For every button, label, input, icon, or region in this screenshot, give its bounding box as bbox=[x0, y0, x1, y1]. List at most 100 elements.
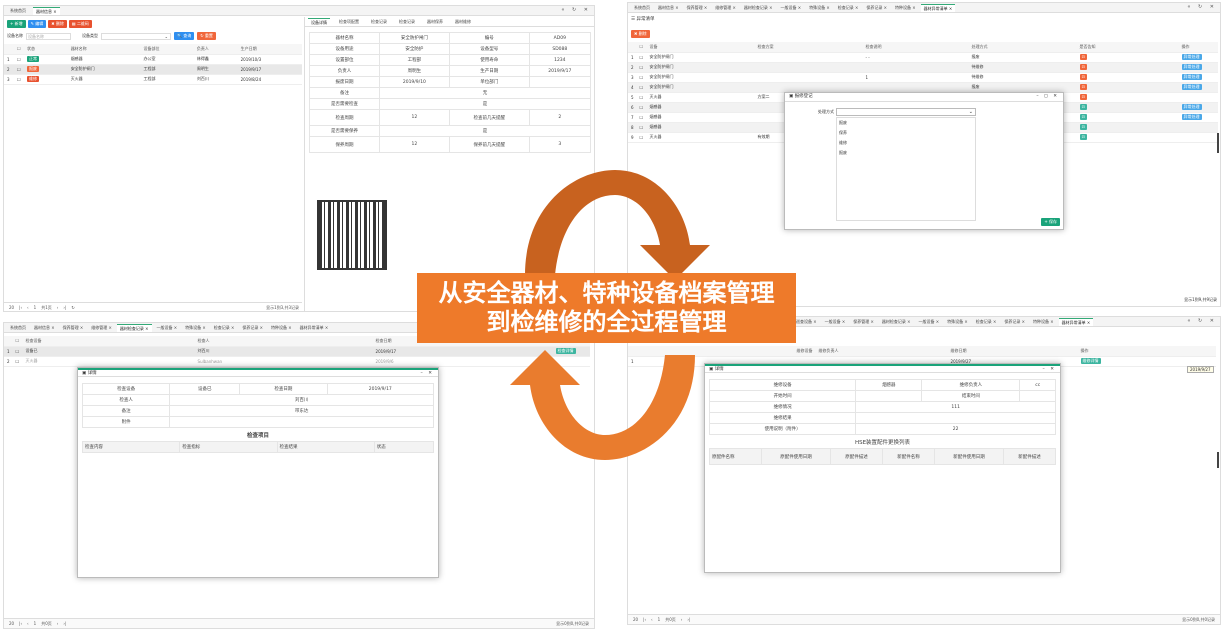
tab-repair[interactable]: 器材维修 bbox=[452, 18, 474, 26]
tab-check-record-2[interactable]: 检查记录 bbox=[396, 18, 418, 26]
notify-toggle[interactable]: ⊡ bbox=[1079, 104, 1087, 110]
notify-toggle[interactable]: ⊡ bbox=[1079, 54, 1087, 60]
table-row[interactable]: 2 ☐ 安全防护闸门 待维修 ⊡ 异常处理 bbox=[628, 62, 1218, 73]
tab-check-records[interactable]: 器材检查记录 × bbox=[879, 318, 914, 326]
window-controls[interactable]: « ↻ ✕ bbox=[1187, 318, 1217, 324]
row-checkbox[interactable]: ☐ bbox=[636, 92, 647, 103]
table-row[interactable]: 2 ☐ 报废 安全防护闸门 工程部 周明生 2019/9/17 bbox=[4, 64, 302, 75]
qrcode-button[interactable]: ▦ 二维码 bbox=[68, 20, 92, 28]
save-button[interactable]: + 保存 bbox=[1041, 218, 1060, 226]
row-checkbox[interactable]: ☐ bbox=[636, 112, 647, 123]
tab-maintenance-mgmt[interactable]: 保养管理 × bbox=[850, 318, 877, 326]
notify-toggle[interactable]: ⊡ bbox=[1079, 84, 1087, 90]
first-page-button[interactable]: |‹ bbox=[19, 305, 22, 310]
notify-toggle[interactable]: ⊡ bbox=[1079, 124, 1087, 130]
tab-upkeep-record[interactable]: 保养记录 × bbox=[1001, 318, 1028, 326]
next-page-button[interactable]: › bbox=[57, 621, 59, 626]
modal-controls[interactable]: – ◻ ✕ bbox=[1036, 93, 1059, 100]
row-checkbox[interactable]: ☐ bbox=[636, 122, 647, 133]
tab-upkeep-record[interactable]: 保养记录 × bbox=[239, 324, 266, 332]
next-page-button[interactable]: › bbox=[681, 617, 683, 622]
row-checkbox[interactable]: ☐ bbox=[636, 82, 647, 93]
prev-page-button[interactable]: ‹ bbox=[27, 305, 29, 310]
abnormal-handle-button[interactable]: 异常处理 bbox=[1181, 114, 1202, 120]
row-checkbox[interactable]: ☐ bbox=[636, 102, 647, 113]
repair-detail-button[interactable]: 维修详情 bbox=[1080, 358, 1101, 364]
first-page-button[interactable]: |‹ bbox=[643, 617, 646, 622]
tab-check-records[interactable]: 器材检查记录 × bbox=[741, 4, 776, 12]
prev-page-button[interactable]: ‹ bbox=[27, 621, 29, 626]
first-page-button[interactable]: |‹ bbox=[19, 621, 22, 626]
tab-special-device[interactable]: 特种设备 × bbox=[892, 4, 919, 12]
modal-controls[interactable]: – ✕ bbox=[1043, 366, 1056, 373]
window-controls[interactable]: « ↻ ✕ bbox=[561, 7, 591, 13]
add-button[interactable]: + 新增 bbox=[7, 20, 26, 28]
tab-home[interactable]: 系统首页 bbox=[631, 4, 653, 12]
notify-toggle[interactable]: ⊡ bbox=[1079, 74, 1087, 80]
row-checkbox[interactable]: ☐ bbox=[12, 346, 23, 357]
tab-special-equipment[interactable]: 特殊设备 × bbox=[182, 324, 209, 332]
tab-abnormal-list[interactable]: 器材异常清单 × bbox=[297, 324, 332, 332]
tab-upkeep-record[interactable]: 保养记录 × bbox=[863, 4, 890, 12]
tab-patrol-equipment[interactable]: 巡查设备 × bbox=[793, 318, 820, 326]
tab-home[interactable]: 系统首页 bbox=[7, 324, 29, 332]
page-input[interactable]: 1 bbox=[34, 305, 37, 310]
row-checkbox[interactable]: ☐ bbox=[636, 72, 647, 83]
abnormal-handle-button[interactable]: 异常处理 bbox=[1181, 104, 1202, 110]
notify-toggle[interactable]: ⊡ bbox=[1079, 134, 1087, 140]
prev-page-button[interactable]: ‹ bbox=[651, 617, 653, 622]
reset-button[interactable]: ↻ 重置 bbox=[197, 32, 216, 40]
next-page-button[interactable]: › bbox=[57, 305, 59, 310]
row-checkbox[interactable]: ☐ bbox=[14, 54, 24, 65]
abnormal-handle-button[interactable]: 异常处理 bbox=[1181, 54, 1202, 60]
type-select[interactable]: ⌄ bbox=[101, 32, 171, 40]
tab-general-equipment[interactable]: 一般设备 × bbox=[822, 318, 849, 326]
table-row[interactable]: 3 ☐ 安全防护闸门 1 待维修 ⊡ 异常处理 bbox=[628, 72, 1218, 83]
method-select[interactable]: ⌄ bbox=[836, 108, 976, 116]
page-size-select[interactable]: 20 bbox=[633, 617, 638, 622]
table-row[interactable]: 1 ☐ 正常 烟感器 办公室 林得鑫 2019/10/3 bbox=[4, 54, 302, 65]
tab-general-equipment[interactable]: 一般设备 × bbox=[154, 324, 181, 332]
tab-abnormal-list[interactable]: 器材异常清单 × bbox=[920, 3, 956, 12]
delete-button[interactable]: ✖ 删除 bbox=[631, 30, 650, 38]
tab-general-equipment[interactable]: 一般设备 × bbox=[778, 4, 805, 12]
table-row[interactable]: 3 ☐ 维修 灭火器 工程部 刘百川 2019/8/24 bbox=[4, 74, 302, 85]
abnormal-handle-button[interactable]: 异常处理 bbox=[1181, 84, 1202, 90]
tab-special-equipment[interactable]: 特殊设备 × bbox=[806, 4, 833, 12]
row-checkbox[interactable]: ☐ bbox=[636, 62, 647, 73]
scrollbar[interactable] bbox=[1217, 452, 1219, 468]
page-input[interactable]: 1 bbox=[658, 617, 661, 622]
notify-toggle[interactable]: ⊡ bbox=[1079, 64, 1087, 70]
option-scrap[interactable]: 报废 bbox=[837, 118, 975, 128]
tab-maintenance[interactable]: 器材保养 bbox=[424, 18, 446, 26]
tab-special-device[interactable]: 特种设备 × bbox=[268, 324, 295, 332]
abnormal-handle-button[interactable]: 异常处理 bbox=[1181, 74, 1202, 80]
modal-controls[interactable]: – ✕ bbox=[421, 370, 434, 377]
page-input[interactable]: 1 bbox=[34, 621, 37, 626]
row-checkbox[interactable]: ☐ bbox=[636, 52, 647, 63]
notify-toggle[interactable]: ⊡ bbox=[1079, 114, 1087, 120]
tab-general-equipment-2[interactable]: 一般设备 × bbox=[916, 318, 943, 326]
scrollbar[interactable] bbox=[1217, 133, 1219, 153]
row-checkbox[interactable]: ☐ bbox=[12, 356, 23, 367]
tab-detail[interactable]: 设备详情 bbox=[308, 17, 330, 26]
page-size-select[interactable]: 20 bbox=[9, 305, 14, 310]
tab-equipment-info[interactable]: 器材信息 × bbox=[655, 4, 682, 12]
tab-home[interactable]: 系统首页 bbox=[7, 7, 29, 15]
row-checkbox[interactable]: ☐ bbox=[636, 132, 647, 143]
window-controls[interactable]: « ↻ ✕ bbox=[1187, 4, 1217, 10]
last-page-button[interactable]: ›| bbox=[63, 621, 66, 626]
notify-toggle[interactable]: ⊡ bbox=[1079, 94, 1087, 100]
tab-check-config[interactable]: 检查项配置 bbox=[336, 18, 362, 26]
tab-inspection-record[interactable]: 检查记录 × bbox=[835, 4, 862, 12]
tab-abnormal-list[interactable]: 器材异常清单 × bbox=[1058, 317, 1094, 326]
tab-check-records[interactable]: 器材检查记录 × bbox=[116, 323, 152, 332]
tab-repair-mgmt[interactable]: 维修管理 × bbox=[88, 324, 115, 332]
page-size-select[interactable]: 20 bbox=[9, 621, 14, 626]
table-row[interactable]: 2 ☐ 灭火器 Sulbanhwan 2019/9/6 bbox=[4, 356, 590, 367]
table-row[interactable]: 4 ☐ 安全防护闸门 报废 ⊡ 异常处理 bbox=[628, 82, 1218, 93]
last-page-button[interactable]: ›| bbox=[63, 305, 66, 310]
select-all-checkbox[interactable]: ☐ bbox=[14, 44, 24, 55]
delete-button[interactable]: ✖ 删除 bbox=[48, 20, 67, 28]
row-checkbox[interactable]: ☐ bbox=[14, 64, 24, 75]
